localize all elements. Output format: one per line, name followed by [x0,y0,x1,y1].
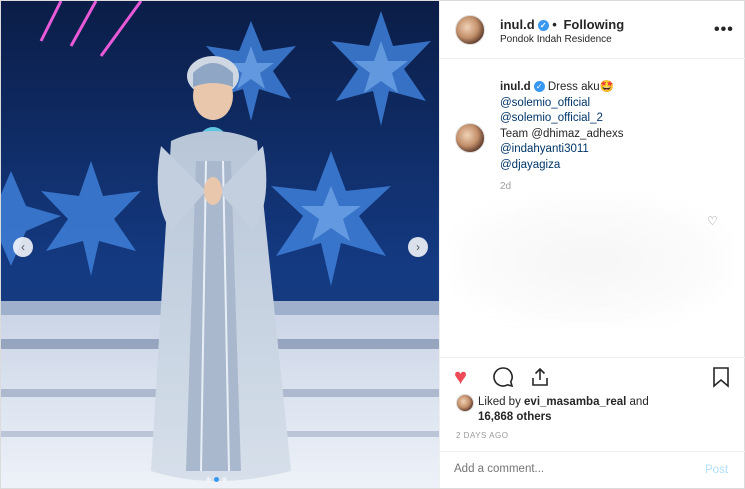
caption-username-link[interactable]: inul.d [500,81,531,93]
likes-count-link[interactable]: 16,868 others [478,411,552,423]
post-caption: inul.d ✓ Dress aku🤩 @solemio_official @so… [500,80,624,173]
comment-input[interactable] [454,463,674,475]
separator: • [552,17,557,32]
slide-dot [206,477,211,482]
next-slide-button[interactable]: › [408,237,428,257]
caption-avatar[interactable] [455,123,485,153]
post-photo [1,1,439,488]
post-comment-button[interactable]: Post [705,464,728,476]
verified-badge-icon: ✓ [537,20,549,32]
instagram-post: ‹ › inul.d ✓ • Following Pondok Indah Res… [0,0,745,489]
header-user-line: inul.d ✓ • Following [500,17,624,32]
add-comment-section: Post [440,451,745,488]
liked-by-prefix: Liked by [478,396,525,408]
heart-filled-icon[interactable]: ♥ [454,366,467,388]
mention-link[interactable]: @solemio_official [500,96,624,112]
slide-dot-active [214,477,219,482]
mention-link[interactable]: @solemio_official_2 [500,111,624,127]
comment-like-heart-icon[interactable]: ♡ [707,214,718,228]
post-side-panel: inul.d ✓ • Following Pondok Indah Residen… [439,1,745,488]
mention-link[interactable]: @djayagiza [500,158,624,174]
likes-text: Liked by evi_masamba_real and 16,868 oth… [478,395,728,425]
likes-and: and [626,396,649,408]
bookmark-icon[interactable] [711,366,731,392]
comment-icon[interactable] [492,366,514,392]
liker-avatar[interactable] [456,394,474,412]
caption-timestamp[interactable]: 2d [500,181,511,192]
post-header: inul.d ✓ • Following Pondok Indah Residen… [440,1,745,59]
blurred-comments-area [450,196,730,326]
mention-link[interactable]: @indahyanti3011 [500,142,624,158]
team-line: Team @dhimaz_adhexs [500,127,624,140]
username-link[interactable]: inul.d [500,17,535,32]
share-icon[interactable] [529,366,551,392]
post-media[interactable]: ‹ › [1,1,439,488]
slide-indicator [206,477,227,482]
action-bar: ♥ [440,357,745,395]
following-button[interactable]: Following [563,17,624,32]
verified-badge-icon: ✓ [533,81,545,93]
liker-username-link[interactable]: evi_masamba_real [524,396,626,408]
slide-dot [222,477,227,482]
caption-text: Dress aku🤩 [547,81,614,93]
more-options-icon[interactable]: ••• [714,21,734,39]
previous-slide-button[interactable]: ‹ [13,237,33,257]
post-timestamp[interactable]: 2 DAYS AGO [456,431,508,440]
avatar[interactable] [455,15,485,45]
location-link[interactable]: Pondok Indah Residence [500,34,612,45]
